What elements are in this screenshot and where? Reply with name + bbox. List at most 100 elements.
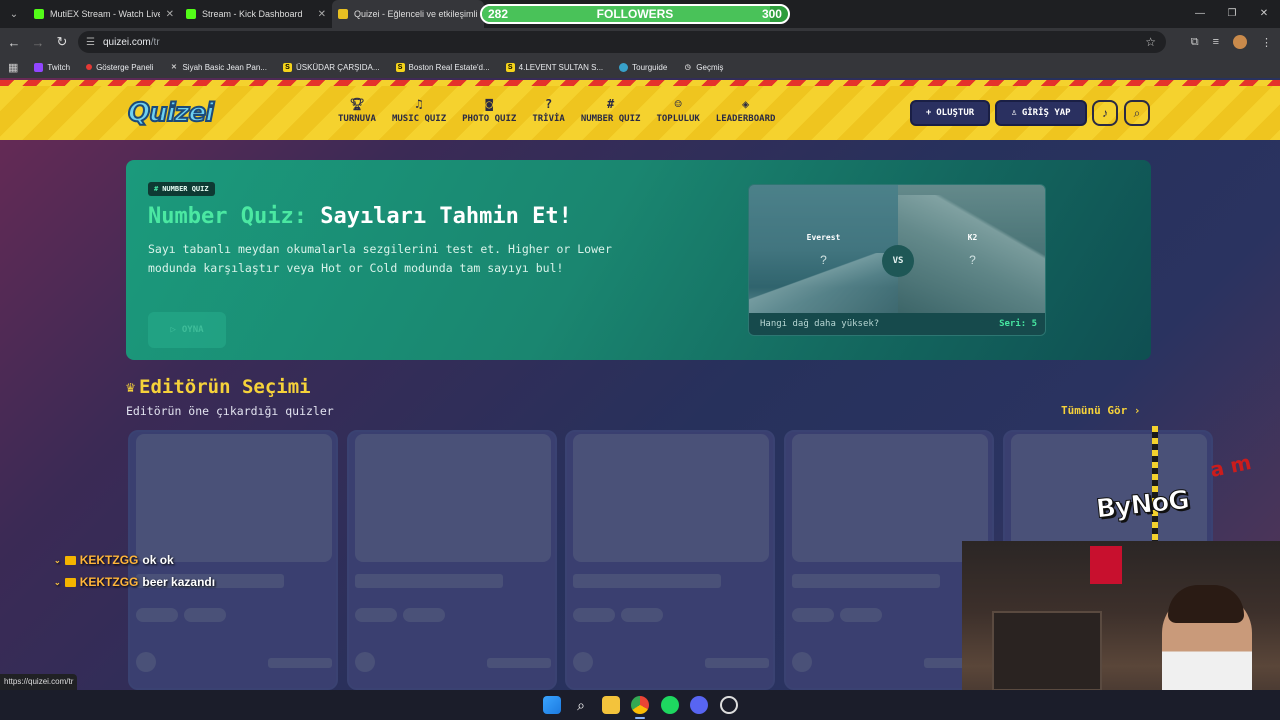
bookmark-levent[interactable]: S 4.LEVENT SULTAN S... bbox=[505, 62, 603, 72]
hero-title: Number Quiz: Sayıları Tahmin Et! bbox=[148, 204, 572, 229]
search-icon[interactable]: ⌕ bbox=[1124, 100, 1150, 126]
card-title-placeholder bbox=[792, 574, 940, 588]
chat-text: ok ok bbox=[142, 553, 174, 567]
window-controls: — ❐ ✕ bbox=[1184, 0, 1280, 28]
close-tab-icon[interactable]: ✕ bbox=[318, 9, 326, 20]
hash-icon: # bbox=[607, 97, 615, 111]
chat-username: KEKTZGG bbox=[79, 553, 139, 567]
see-all-label: Tümünü Gör bbox=[1061, 404, 1128, 417]
editors-pick-subtitle: Editörün öne çıkardığı quizler bbox=[126, 404, 334, 418]
tab-search-icon[interactable]: ⌄ bbox=[0, 9, 28, 20]
back-icon[interactable]: ← bbox=[2, 35, 26, 50]
app-icon[interactable] bbox=[720, 696, 738, 714]
nav-photo-quiz[interactable]: ◙ PHOTO QUIZ bbox=[454, 96, 524, 124]
hero-title-accent: Number Quiz: bbox=[148, 204, 307, 229]
kick-icon bbox=[186, 9, 196, 19]
card-thumbnail-placeholder bbox=[792, 434, 988, 562]
bookmark-label: Boston Real Estate'd... bbox=[408, 62, 490, 72]
login-button[interactable]: ♙ GİRİŞ YAP bbox=[995, 100, 1087, 126]
url-path: /tr bbox=[150, 36, 160, 48]
extensions-icon[interactable]: ⧉ bbox=[1191, 36, 1199, 49]
card-thumbnail-placeholder bbox=[355, 434, 551, 562]
play-button[interactable]: ▷ OYNA bbox=[148, 312, 226, 348]
card-avatar-placeholder bbox=[355, 652, 375, 672]
right-peak-value: ? bbox=[969, 253, 976, 267]
chrome-icon[interactable] bbox=[631, 696, 649, 714]
discord-icon[interactable] bbox=[690, 696, 708, 714]
bookmark-dashboard[interactable]: Gösterge Paneli bbox=[86, 63, 153, 72]
windows-taskbar: ⌕ bbox=[0, 690, 1280, 720]
hash-icon: # bbox=[154, 185, 159, 193]
x-icon: ✕ bbox=[171, 63, 177, 71]
login-label: GİRİŞ YAP bbox=[1021, 108, 1071, 118]
site-info-icon[interactable]: ☰ bbox=[86, 37, 95, 48]
bookmark-twitch[interactable]: Twitch bbox=[34, 62, 70, 72]
bookmark-jean[interactable]: ✕ Siyah Basic Jean Pan... bbox=[169, 63, 267, 72]
bookmark-boston[interactable]: S Boston Real Estate'd... bbox=[395, 62, 490, 72]
tab-kick-dashboard[interactable]: Stream - Kick Dashboard ✕ bbox=[180, 0, 332, 28]
card-tag-placeholder bbox=[136, 608, 178, 622]
nav-topluluk[interactable]: ☺ TOPLULUK bbox=[648, 96, 707, 124]
card-tag-placeholder bbox=[840, 608, 882, 622]
profile-avatar[interactable] bbox=[1233, 35, 1247, 49]
webcam-streamer-hair bbox=[1168, 585, 1244, 623]
bookmark-label: Geçmiş bbox=[696, 62, 724, 72]
create-label: OLUŞTUR bbox=[936, 108, 975, 118]
tab-mutiex-stream[interactable]: MutiEX Stream - Watch Live on ✕ bbox=[28, 0, 180, 28]
card-meta-placeholder bbox=[487, 658, 551, 668]
preview-streak: Seri: 5 bbox=[999, 319, 1037, 329]
restore-icon[interactable]: ❐ bbox=[1216, 0, 1248, 28]
card-tag-placeholder bbox=[792, 608, 834, 622]
play-icon: ▷ bbox=[170, 325, 176, 335]
chat-text: beer kazandı bbox=[142, 575, 216, 589]
bookmark-uskudar[interactable]: S ÜSKÜDAR ÇARŞIDA... bbox=[282, 62, 380, 72]
s-icon: S bbox=[282, 62, 292, 72]
card-tag-placeholder bbox=[403, 608, 445, 622]
create-button[interactable]: + OLUŞTUR bbox=[910, 100, 990, 126]
nav-number-quiz[interactable]: # NUMBER QUIZ bbox=[573, 96, 649, 124]
left-peak-name: Everest bbox=[806, 233, 841, 242]
nav-turnuva[interactable]: 🏆︎ TURNUVA bbox=[330, 96, 384, 124]
webcam-shelf bbox=[992, 611, 1102, 691]
trophy-icon: 🏆︎ bbox=[349, 97, 365, 111]
hero-description: Sayı tabanlı meydan okumalarla sezgileri… bbox=[148, 242, 612, 275]
see-all-link[interactable]: Tümünü Gör › bbox=[1061, 404, 1140, 417]
bookmark-label: Tourguide bbox=[632, 62, 668, 72]
nav-trivia[interactable]: ? TRİVİA bbox=[524, 96, 573, 124]
quiz-card-skeleton[interactable] bbox=[347, 430, 557, 690]
media-controls-icon[interactable]: ≡ bbox=[1213, 36, 1219, 48]
bookmark-tourguide[interactable]: Tourguide bbox=[619, 62, 668, 72]
quizei-logo[interactable]: Quizei bbox=[127, 97, 215, 129]
reload-icon[interactable]: ↻ bbox=[50, 34, 74, 50]
left-peak-value: ? bbox=[820, 253, 827, 267]
quiz-card-skeleton[interactable] bbox=[565, 430, 775, 690]
forward-icon[interactable]: → bbox=[26, 35, 50, 50]
url-host: quizei.com bbox=[102, 36, 151, 48]
s-icon: S bbox=[505, 62, 515, 72]
tourguide-icon bbox=[619, 62, 629, 72]
tab-quizei[interactable]: Quizei - Eğlenceli ve etkileşimli bbox=[332, 0, 484, 28]
hero-badge-label: NUMBER QUIZ bbox=[162, 185, 209, 193]
search-icon[interactable]: ⌕ bbox=[572, 696, 590, 714]
bookmark-star-icon[interactable]: ☆ bbox=[1145, 35, 1156, 49]
close-tab-icon[interactable]: ✕ bbox=[166, 9, 174, 20]
windows-start-icon[interactable] bbox=[543, 696, 561, 714]
followers-label: FOLLOWERS bbox=[596, 7, 674, 21]
bell-icon[interactable]: ♪ bbox=[1092, 100, 1118, 126]
apps-grid-icon[interactable]: ▦ bbox=[8, 61, 18, 74]
nav-music-quiz[interactable]: ♫ MUSIC QUIZ bbox=[384, 96, 454, 124]
close-window-icon[interactable]: ✕ bbox=[1248, 0, 1280, 28]
right-peak-name: K2 bbox=[967, 233, 978, 242]
spotify-icon[interactable] bbox=[661, 696, 679, 714]
vs-badge: VS bbox=[882, 245, 914, 277]
more-menu-icon[interactable]: ⋮ bbox=[1261, 36, 1272, 49]
chevron-right-icon: › bbox=[1133, 404, 1141, 417]
hazard-tape bbox=[1152, 426, 1158, 546]
chevron-icon: ⌄ bbox=[54, 555, 61, 565]
minimize-icon[interactable]: — bbox=[1184, 0, 1216, 28]
nav-leaderboard[interactable]: ◈ LEADERBOARD bbox=[708, 96, 784, 124]
address-bar[interactable]: ☰ quizei.com/tr ☆ bbox=[78, 31, 1166, 53]
number-quiz-hero: # NUMBER QUIZ Number Quiz: Sayıları Tahmi… bbox=[126, 160, 1151, 360]
file-explorer-icon[interactable] bbox=[602, 696, 620, 714]
bookmark-history[interactable]: ◷ Geçmiş bbox=[683, 62, 724, 72]
